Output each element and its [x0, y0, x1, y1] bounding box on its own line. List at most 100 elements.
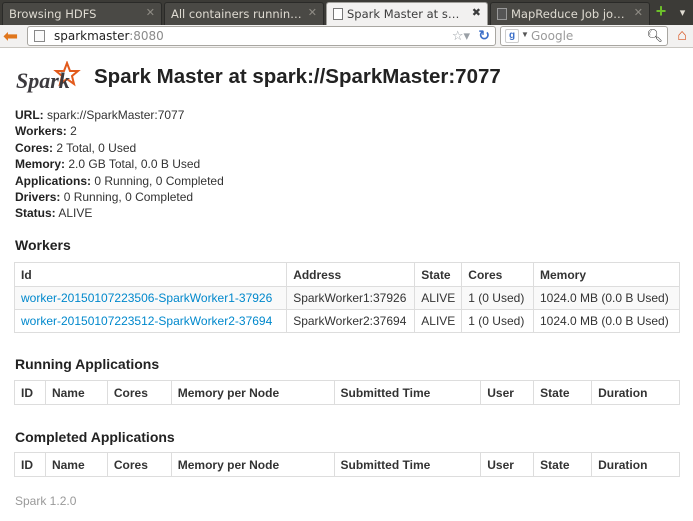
completed-applications-table: ID Name Cores Memory per Node Submitted …: [14, 452, 680, 477]
worker-memory-cell: 1024.0 MB (0.0 B Used): [533, 286, 680, 310]
column-header-duration[interactable]: Duration: [591, 380, 680, 405]
chevron-down-icon[interactable]: ▼: [521, 30, 529, 39]
column-header-user[interactable]: User: [480, 380, 535, 405]
completed-applications-heading: Completed Applications: [15, 429, 175, 445]
column-header-cores[interactable]: Cores: [106, 380, 172, 405]
version-footer: Spark 1.2.0: [15, 494, 77, 508]
summary-value: ALIVE: [55, 206, 93, 221]
back-arrow-icon[interactable]: ⬅: [3, 26, 23, 46]
summary-value: 0 Running, 0 Completed: [60, 190, 194, 205]
cluster-summary: URL: spark://SparkMaster:7077 Workers: 2…: [15, 107, 224, 222]
table-header-row: ID Name Cores Memory per Node Submitted …: [14, 380, 680, 405]
column-header-submitted-time[interactable]: Submitted Time: [333, 380, 482, 405]
column-header-cores[interactable]: Cores: [106, 452, 172, 477]
tab-title: Spark Master at spark://SparkMaster:7077: [347, 7, 465, 21]
column-header-id[interactable]: ID: [14, 380, 46, 405]
worker-address-cell: SparkWorker1:37926: [286, 286, 416, 310]
close-icon[interactable]: ✖: [472, 6, 481, 19]
summary-value: 2: [66, 124, 77, 139]
page-content: Spark Spark Master at spark://SparkMaste…: [0, 49, 693, 521]
page-icon: [497, 8, 507, 20]
table-header-row: ID Name Cores Memory per Node Submitted …: [14, 452, 680, 477]
tab-overflow-icon[interactable]: ▾: [672, 3, 693, 23]
url-text[interactable]: sparkmaster:8080: [54, 29, 164, 43]
tab-title: Browsing HDFS: [9, 7, 97, 21]
table-row: worker-20150107223512-SparkWorker2-37694…: [13, 309, 680, 333]
tab-spark-master[interactable]: Spark Master at spark://SparkMaster:7077…: [326, 2, 488, 25]
column-header-user[interactable]: User: [480, 452, 535, 477]
google-icon[interactable]: g: [505, 29, 519, 43]
column-header-memory-per-node[interactable]: Memory per Node: [170, 380, 335, 405]
address-bar[interactable]: sparkmaster:8080 ☆▾ ↻: [27, 26, 496, 46]
worker-id-cell: worker-20150107223512-SparkWorker2-37694: [13, 309, 288, 333]
worker-link[interactable]: worker-20150107223512-SparkWorker2-37694: [21, 314, 272, 328]
tab-browsing-hdfs[interactable]: Browsing HDFS ✕: [2, 2, 162, 25]
page-title: Spark Master at spark://SparkMaster:7077: [94, 65, 501, 88]
page-icon: [34, 30, 45, 42]
summary-memory: Memory: 2.0 GB Total, 0.0 B Used: [15, 156, 224, 172]
worker-state-cell: ALIVE: [414, 309, 463, 333]
home-icon[interactable]: ⌂: [672, 26, 692, 46]
close-icon[interactable]: ✕: [146, 6, 155, 19]
column-header-cores[interactable]: Cores: [461, 262, 534, 287]
summary-label: Status:: [15, 206, 56, 221]
column-header-duration[interactable]: Duration: [591, 452, 680, 477]
column-header-submitted-time[interactable]: Submitted Time: [333, 452, 482, 477]
logo-wordmark: Spark: [16, 68, 70, 93]
worker-id-cell: worker-20150107223506-SparkWorker1-37926: [13, 286, 288, 310]
summary-label: Drivers:: [15, 190, 61, 205]
url-port: :8080: [129, 29, 164, 43]
tab-all-containers[interactable]: All containers running on ... ✕: [164, 2, 324, 25]
search-icon[interactable]: 🔍︎: [646, 28, 663, 44]
bookmark-star-icon[interactable]: ☆▾: [452, 28, 470, 44]
running-applications-heading: Running Applications: [15, 356, 160, 372]
worker-link[interactable]: worker-20150107223506-SparkWorker1-37926: [21, 291, 272, 305]
summary-cores: Cores: 2 Total, 0 Used: [15, 140, 224, 156]
summary-value: spark://SparkMaster:7077: [43, 108, 185, 122]
worker-address-cell: SparkWorker2:37694: [286, 309, 416, 333]
worker-memory-cell: 1024.0 MB (0.0 B Used): [533, 309, 680, 333]
column-header-id[interactable]: Id: [13, 262, 288, 287]
summary-label: Cores:: [15, 140, 54, 155]
column-header-address[interactable]: Address: [286, 262, 416, 287]
summary-drivers: Drivers: 0 Running, 0 Completed: [15, 189, 224, 205]
table-row: worker-20150107223506-SparkWorker1-37926…: [13, 286, 680, 310]
summary-label: Workers:: [15, 124, 67, 139]
table-header-row: Id Address State Cores Memory: [13, 262, 680, 287]
column-header-name[interactable]: Name: [44, 452, 108, 477]
column-header-name[interactable]: Name: [44, 380, 108, 405]
summary-value: 0 Running, 0 Completed: [91, 173, 224, 188]
column-header-state[interactable]: State: [533, 452, 593, 477]
column-header-id[interactable]: ID: [14, 452, 46, 477]
close-icon[interactable]: ✕: [308, 6, 317, 19]
summary-value: 2 Total, 0 Used: [53, 140, 137, 155]
running-applications-table: ID Name Cores Memory per Node Submitted …: [14, 380, 680, 405]
summary-url: URL: spark://SparkMaster:7077: [15, 107, 224, 123]
spark-logo: Spark: [16, 61, 81, 93]
page-icon: [333, 8, 343, 20]
workers-table: Id Address State Cores Memory worker-201…: [13, 262, 680, 333]
column-header-state[interactable]: State: [533, 380, 593, 405]
search-placeholder: Google: [531, 29, 574, 43]
search-bar[interactable]: g ▼ Google 🔍︎: [500, 26, 668, 46]
summary-applications: Applications: 0 Running, 0 Completed: [15, 173, 224, 189]
workers-heading: Workers: [15, 237, 71, 253]
column-header-memory-per-node[interactable]: Memory per Node: [170, 452, 335, 477]
worker-cores-cell: 1 (0 Used): [461, 286, 534, 310]
column-header-memory[interactable]: Memory: [533, 262, 680, 287]
new-tab-icon[interactable]: +: [652, 2, 670, 21]
tab-title: All containers running on ...: [171, 7, 306, 21]
close-icon[interactable]: ✕: [634, 6, 643, 19]
column-header-state[interactable]: State: [414, 262, 463, 287]
navigation-toolbar: ⬅ sparkmaster:8080 ☆▾ ↻ g ▼ Google 🔍︎ ⌂: [0, 25, 693, 48]
summary-workers: Workers: 2: [15, 123, 224, 139]
worker-cores-cell: 1 (0 Used): [461, 309, 534, 333]
summary-label: URL:: [15, 108, 44, 122]
tab-mapreduce-job[interactable]: MapReduce Job job_1420... ✕: [490, 2, 650, 25]
summary-label: Applications:: [15, 173, 92, 188]
browser-tab-strip: Browsing HDFS ✕ All containers running o…: [0, 0, 693, 25]
tab-title: MapReduce Job job_1420...: [511, 7, 631, 21]
reload-icon[interactable]: ↻: [478, 27, 490, 44]
worker-state-cell: ALIVE: [414, 286, 463, 310]
summary-label: Memory:: [15, 157, 66, 172]
